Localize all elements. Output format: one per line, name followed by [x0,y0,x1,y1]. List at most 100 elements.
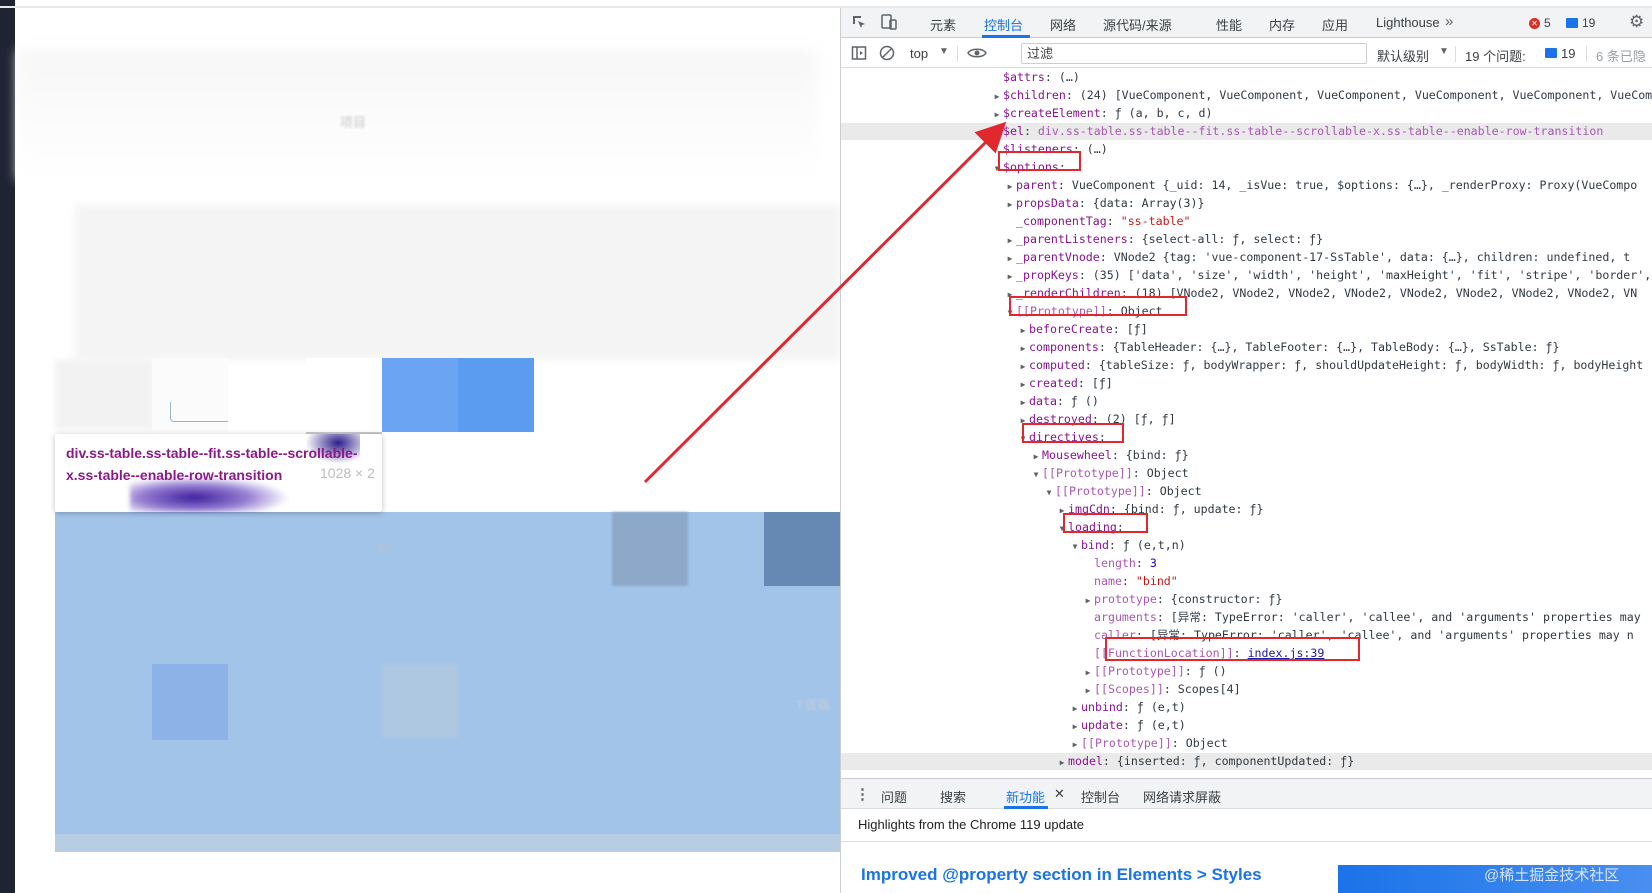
tree-row[interactable]: ▶ propsData: {data: Array(3)} [841,195,1652,212]
collapsed-triangle-icon[interactable]: ▶ [1069,736,1081,753]
clear-console-icon[interactable] [879,45,895,64]
collapsed-triangle-icon[interactable]: ▶ [991,88,1003,105]
tree-row[interactable]: ▶ [[Prototype]]: Object [841,735,1652,752]
tree-row[interactable]: ▼ [[Prototype]]: Object [841,483,1652,500]
tab-performance[interactable]: 性能 [1216,15,1242,34]
tree-row[interactable]: ▶ data: ƒ () [841,393,1652,410]
collapsed-triangle-icon[interactable]: ▶ [1004,250,1016,267]
collapsed-triangle-icon[interactable]: ▶ [1017,322,1029,339]
chevron-down-icon[interactable]: ▼ [1439,46,1449,57]
message-count[interactable]: 19 [1582,16,1595,30]
device-toolbar-icon[interactable] [879,14,897,33]
error-icon[interactable]: ✕ [1529,18,1540,29]
tab-memory[interactable]: 内存 [1269,15,1295,34]
drawer-tab-issues[interactable]: 问题 [881,787,907,806]
tree-row[interactable]: ▼ [[Prototype]]: Object [841,465,1652,482]
log-levels-dropdown[interactable]: 默认级别 [1377,46,1429,65]
filter-field[interactable] [1021,43,1367,64]
collapsed-triangle-icon[interactable]: ▶ [1082,664,1094,681]
sidebar-toggle-icon[interactable] [851,45,867,64]
tree-row[interactable]: ▶ $createElement: ƒ (a, b, c, d) [841,105,1652,122]
tree-row[interactable]: ▶ [[Scopes]]: Scopes[4] [841,681,1652,698]
tab-application[interactable]: 应用 [1322,15,1348,34]
tree-row[interactable]: ▼ $options: [841,159,1652,176]
eye-icon[interactable] [967,45,987,64]
tree-row[interactable]: $attrs: (…) [841,69,1652,86]
tab-lighthouse[interactable]: Lighthouse [1376,15,1440,30]
expanded-triangle-icon[interactable]: ▼ [1043,484,1055,501]
expanded-triangle-icon[interactable]: ▼ [1030,466,1042,483]
collapsed-triangle-icon[interactable]: ▶ [1069,700,1081,717]
collapsed-triangle-icon[interactable]: ▶ [1004,268,1016,285]
collapsed-triangle-icon[interactable]: ▶ [1004,232,1016,249]
gear-icon[interactable]: ⚙ [1629,12,1644,32]
issues-icon[interactable] [1545,48,1557,58]
tree-row[interactable]: ▶ _renderChildren: (18) [VNode2, VNode2, … [841,285,1652,302]
close-icon[interactable]: ✕ [1054,786,1065,802]
tree-row[interactable]: $listeners: (…) [841,141,1652,158]
tree-row[interactable]: ▶ _parentListeners: {select-all: ƒ, selec… [841,231,1652,248]
tree-row[interactable]: ▶ imgCdn: {bind: ƒ, update: ƒ} [841,501,1652,518]
collapsed-triangle-icon[interactable]: ▶ [1030,448,1042,465]
property-key: update [1081,718,1123,732]
feature-link[interactable]: Improved @property section in Elements >… [861,865,1262,885]
context-selector[interactable]: top [910,46,928,61]
tree-row[interactable]: name: "bind" [841,573,1652,590]
tree-row[interactable]: ▶ $el: div.ss-table.ss-table--fit.ss-tabl… [841,123,1652,140]
tree-row[interactable]: ▶ update: ƒ (e,t) [841,717,1652,734]
tree-row[interactable]: ▶ $children: (24) [VueComponent, VueCompo… [841,87,1652,104]
chevrons-right-icon[interactable]: » [1445,13,1453,30]
tree-row[interactable]: ▶ components: {TableHeader: {…}, TableFoo… [841,339,1652,356]
issues-count[interactable]: 19 [1561,46,1575,61]
collapsed-triangle-icon[interactable]: ▶ [1004,196,1016,213]
issues-label[interactable]: 19 个问题: [1465,46,1526,65]
inspect-element-icon[interactable] [851,14,867,33]
collapsed-triangle-icon[interactable]: ▶ [991,124,1003,141]
filter-input[interactable] [1022,44,1366,63]
tree-row[interactable]: ▶ _parentVnode: VNode2 {tag: 'vue-compone… [841,249,1652,266]
tree-row[interactable]: ▼ loading: [841,519,1652,536]
tree-row[interactable]: ▶ model: {inserted: ƒ, componentUpdated: … [841,753,1652,770]
hidden-count[interactable]: 6 条已隐 [1596,46,1646,65]
tab-sources[interactable]: 源代码/来源 [1103,15,1172,34]
more-vertical-icon[interactable]: ⋮ [855,785,870,803]
drawer-tab-search[interactable]: 搜索 [940,787,966,806]
collapsed-triangle-icon[interactable]: ▶ [1056,754,1068,771]
tree-row[interactable]: ▶ unbind: ƒ (e,t) [841,699,1652,716]
tree-row[interactable]: length: 3 [841,555,1652,572]
tree-row[interactable]: ▶ computed: {tableSize: ƒ, bodyWrapper: ƒ… [841,357,1652,374]
tree-row[interactable]: ▶ beforeCreate: [ƒ] [841,321,1652,338]
tab-console[interactable]: 控制台 [984,15,1023,34]
chevron-down-icon[interactable]: ▼ [939,46,949,57]
collapsed-triangle-icon[interactable]: ▶ [1069,718,1081,735]
collapsed-triangle-icon[interactable]: ▶ [1017,340,1029,357]
message-icon[interactable] [1566,18,1578,28]
tab-network[interactable]: 网络 [1050,15,1076,34]
collapsed-triangle-icon[interactable]: ▶ [1082,592,1094,609]
tree-row[interactable]: ▶ prototype: {constructor: ƒ} [841,591,1652,608]
tree-row[interactable]: ▶ destroyed: (2) [ƒ, ƒ] [841,411,1652,428]
collapsed-triangle-icon[interactable]: ▶ [991,106,1003,123]
tree-row[interactable]: ▼ [[Prototype]]: Object [841,303,1652,320]
drawer-tab-whats-new[interactable]: 新功能 [1006,787,1045,806]
tree-row[interactable]: _componentTag: "ss-table" [841,213,1652,230]
tree-row[interactable]: ▼ directives: [841,429,1652,446]
tree-row[interactable]: ▶ created: [ƒ] [841,375,1652,392]
tab-elements[interactable]: 元素 [930,15,956,34]
expanded-triangle-icon[interactable]: ▼ [1069,538,1081,555]
tree-row[interactable]: arguments: [异常: TypeError: 'caller', 'ca… [841,609,1652,626]
tree-row[interactable]: ▶ Mousewheel: {bind: ƒ} [841,447,1652,464]
error-count[interactable]: 5 [1544,16,1551,30]
property-value: {TableHeader: {…}, TableFooter: {…}, Tab… [1112,340,1560,354]
collapsed-triangle-icon[interactable]: ▶ [1082,682,1094,699]
collapsed-triangle-icon[interactable]: ▶ [1017,358,1029,375]
drawer-tab-console[interactable]: 控制台 [1081,787,1120,806]
collapsed-triangle-icon[interactable]: ▶ [1004,178,1016,195]
tree-row[interactable]: ▶ parent: VueComponent {_uid: 14, _isVue:… [841,177,1652,194]
tree-row[interactable]: ▶ _propKeys: (35) ['data', 'size', 'width… [841,267,1652,284]
collapsed-triangle-icon[interactable]: ▶ [1017,376,1029,393]
tree-row[interactable]: ▶ [[Prototype]]: ƒ () [841,663,1652,680]
collapsed-triangle-icon[interactable]: ▶ [1017,394,1029,411]
drawer-tab-request-blocking[interactable]: 网络请求屏蔽 [1143,787,1221,806]
tree-row[interactable]: ▼ bind: ƒ (e,t,n) [841,537,1652,554]
